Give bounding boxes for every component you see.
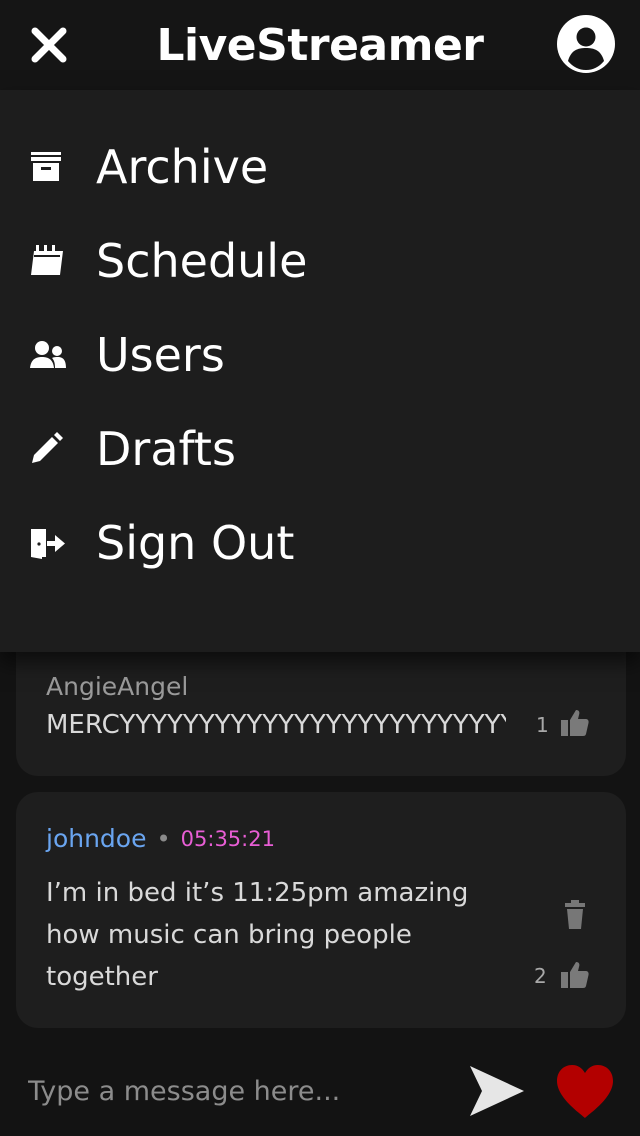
like-button[interactable] [560, 708, 590, 742]
message-username: johndoe [46, 824, 147, 853]
top-header: LiveStreamer [0, 0, 640, 90]
message-meta: johndoe • 05:35:21 [46, 824, 275, 853]
message-text: I’m in bed it’s 11:25pm amazing how musi… [46, 872, 526, 998]
menu-item-users[interactable]: Users [0, 308, 640, 402]
menu-item-sign-out[interactable]: Sign Out [0, 496, 640, 590]
app-title: LiveStreamer [156, 19, 485, 71]
pencil-icon [28, 429, 68, 469]
like-button[interactable] [560, 960, 590, 994]
like-count: 1 [536, 713, 549, 737]
app-root: LiveStreamer Archive Schedule Users Draf… [0, 0, 640, 1136]
users-icon [28, 335, 68, 375]
menu-item-label: Drafts [96, 422, 236, 476]
message-line: together [46, 962, 158, 992]
sign-out-icon [28, 523, 68, 563]
trash-icon [565, 900, 585, 929]
message-line: I’m in bed it’s 11:25pm amazing [46, 878, 469, 908]
message-composer [0, 1048, 640, 1136]
menu-item-label: Schedule [96, 234, 308, 288]
calendar-icon [28, 241, 68, 281]
user-circle-icon [557, 15, 615, 73]
chat-message: johndoe • 05:35:21 I’m in bed it’s 11:25… [16, 792, 626, 1028]
send-button[interactable] [468, 1064, 526, 1118]
thumbs-up-icon [561, 710, 589, 736]
like-count: 2 [534, 964, 547, 988]
menu-item-schedule[interactable]: Schedule [0, 214, 640, 308]
message-timestamp: 05:35:21 [180, 826, 275, 851]
menu-item-label: Sign Out [96, 516, 295, 570]
archive-box-icon [28, 147, 68, 187]
heart-button[interactable] [554, 1062, 616, 1122]
heart-icon [557, 1065, 613, 1118]
thumbs-up-icon [561, 962, 589, 988]
close-menu-button[interactable] [24, 20, 74, 70]
message-text: MERCYYYYYYYYYYYYYYYYYYYYYYYYYY [46, 710, 506, 740]
profile-button[interactable] [556, 14, 616, 74]
separator-dot: • [156, 824, 171, 853]
menu-item-drafts[interactable]: Drafts [0, 402, 640, 496]
close-icon [31, 27, 67, 63]
message-username: AngieAngel [46, 672, 189, 701]
navigation-menu: Archive Schedule Users Drafts Sign Out [0, 90, 640, 652]
menu-item-label: Archive [96, 140, 269, 194]
menu-item-label: Users [96, 328, 225, 382]
chat-area: AngieAngel MERCYYYYYYYYYYYYYYYYYYYYYYYYY… [0, 612, 640, 1052]
delete-button[interactable] [564, 900, 586, 934]
send-icon [470, 1066, 524, 1116]
message-input[interactable] [28, 1066, 448, 1116]
message-line: how music can bring people [46, 920, 412, 950]
menu-item-archive[interactable]: Archive [0, 120, 640, 214]
